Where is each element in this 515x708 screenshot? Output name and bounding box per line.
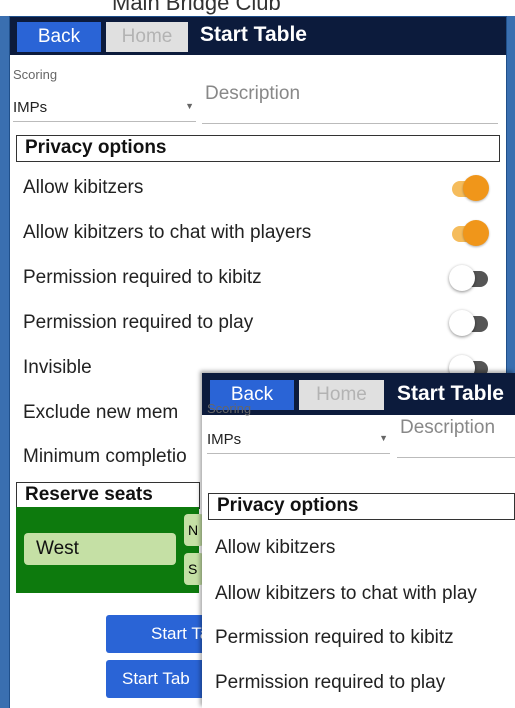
description-input[interactable]: Description: [202, 83, 498, 124]
option-label-minimum-completion: Minimum completio: [23, 446, 187, 467]
home-button[interactable]: Home: [299, 380, 384, 410]
option-label-permission-kibitz: Permission required to kibitz: [23, 267, 262, 288]
back-button[interactable]: Back: [17, 22, 101, 52]
scoring-value: IMPs: [207, 431, 242, 448]
home-button[interactable]: Home: [106, 22, 188, 52]
privacy-options-heading: Privacy options: [16, 135, 500, 162]
scoring-select[interactable]: IMPs ▼: [13, 99, 196, 122]
start-table-window-overlay: Back Home Start Table Scoring IMPs ▼ Des…: [202, 373, 515, 708]
club-name: Main Bridge Club: [112, 0, 281, 15]
scoring-select[interactable]: IMPs ▼: [207, 431, 390, 454]
seat-west[interactable]: West: [24, 533, 176, 565]
option-label-allow-kibitzers: Allow kibitzers: [23, 177, 144, 198]
reserve-seats-heading: Reserve seats: [16, 482, 200, 509]
chevron-down-icon: ▼: [185, 101, 194, 111]
page-title: Start Table: [397, 382, 504, 405]
description-input[interactable]: Description: [397, 417, 515, 458]
reserve-seats-area: West N S: [16, 507, 204, 593]
scoring-label: Scoring: [13, 67, 58, 82]
description-placeholder: Description: [205, 83, 301, 104]
scoring-value: IMPs: [13, 99, 48, 116]
option-label-permission-kibitz: Permission required to kibitz: [215, 627, 454, 648]
page-title: Start Table: [200, 23, 307, 46]
header-bar: Back Home Start Table: [10, 17, 506, 55]
option-label-permission-play: Permission required to play: [215, 672, 446, 693]
toggle-permission-play[interactable]: [449, 308, 489, 338]
toggle-allow-kibitzers[interactable]: [449, 173, 489, 203]
description-placeholder: Description: [400, 417, 496, 438]
scoring-label: Scoring: [207, 401, 252, 416]
seat-south[interactable]: S: [184, 553, 204, 585]
option-label-allow-kibitzers: Allow kibitzers: [215, 537, 336, 558]
privacy-options-heading: Privacy options: [208, 493, 515, 520]
chevron-down-icon: ▼: [379, 433, 388, 443]
start-table-button-1[interactable]: Start Ta: [106, 615, 216, 653]
option-label-kibitzers-chat: Allow kibitzers to chat with play: [215, 583, 477, 604]
toggle-kibitzers-chat[interactable]: [449, 218, 489, 248]
seat-north[interactable]: N: [184, 514, 204, 546]
option-label-invisible: Invisible: [23, 357, 92, 378]
option-label-exclude-new-members: Exclude new mem: [23, 402, 179, 423]
background-window: Main Bridge Club: [0, 0, 515, 16]
toggle-permission-kibitz[interactable]: [449, 263, 489, 293]
option-label-kibitzers-chat: Allow kibitzers to chat with players: [23, 222, 312, 243]
option-label-permission-play: Permission required to play: [23, 312, 254, 333]
start-table-button-2[interactable]: Start Tab: [106, 660, 216, 698]
